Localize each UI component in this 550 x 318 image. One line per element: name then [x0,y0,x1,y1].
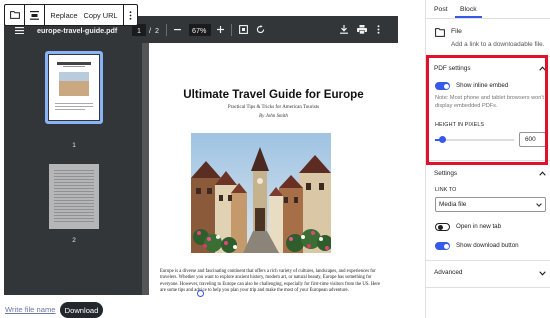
file-icon [435,28,445,37]
menu-icon[interactable] [15,27,24,34]
download-button[interactable]: Download [60,302,103,318]
pdf-page: Ultimate Travel Guide for Europe Practic… [149,43,398,295]
block-name: File [451,28,462,35]
page-separator: / [149,26,151,35]
show-download-button-toggle[interactable] [435,242,450,250]
pdf-viewer[interactable]: europe-travel-guide.pdf 1 / 2 67% 1 2 Ul… [4,16,398,295]
town-photo [191,133,331,253]
thumbnail-page-2[interactable] [49,164,99,229]
resize-handle[interactable] [197,290,204,297]
chevron-down-icon[interactable] [539,271,546,276]
thumbnail-page-1[interactable] [49,55,99,120]
folder-icon[interactable] [5,5,24,25]
block-toolbar: Replace Copy URL [4,4,138,26]
page-author: By John Smith [259,114,288,119]
thumbnail-number: 2 [72,237,76,244]
more-vertical-icon[interactable] [377,25,380,34]
show-download-button-label: Show download button [456,242,519,249]
open-new-tab-toggle[interactable] [435,223,450,231]
advanced-title[interactable]: Advanced [434,269,462,276]
pdf-filename: europe-travel-guide.pdf [37,26,118,35]
chevron-down-icon[interactable] [536,203,542,207]
toolbar-divider [166,24,167,36]
copy-url-button[interactable]: Copy URL [81,11,121,20]
more-vertical-icon[interactable] [124,5,137,25]
rotate-icon[interactable] [256,25,265,34]
settings-title[interactable]: Settings [434,170,457,177]
tab-block[interactable]: Block [460,6,477,13]
page-title: Ultimate Travel Guide for Europe [183,88,364,101]
fit-page-icon[interactable] [239,25,248,34]
page-paragraph: Europe is a diverse and fascinating cont… [160,269,381,293]
page-subtitle: Practical Tips & Tricks for American Tou… [227,105,320,110]
download-icon[interactable] [340,25,348,34]
toolbar-divider [231,24,232,36]
replace-button[interactable]: Replace [45,11,80,20]
zoom-in-icon[interactable] [217,26,224,33]
link-to-label: LINK TO [435,187,457,193]
block-description: Add a link to a downloadable file. [451,41,545,48]
highlight-box [426,55,548,165]
link-to-value: Media file [439,201,467,208]
zoom-out-icon[interactable] [174,29,181,31]
current-page: 1 [137,26,141,35]
chevron-up-icon[interactable] [539,171,546,176]
open-new-tab-label: Open in new tab [456,223,502,230]
thumbnail-sidebar: 1 2 [4,43,142,295]
page-total: 2 [155,26,159,35]
tab-post[interactable]: Post [434,6,448,13]
align-icon[interactable] [25,5,44,25]
file-name-input[interactable]: Write file name [5,305,56,314]
zoom-level: 67% [192,26,207,35]
print-icon[interactable] [357,25,367,34]
thumbnail-number: 1 [72,142,76,149]
